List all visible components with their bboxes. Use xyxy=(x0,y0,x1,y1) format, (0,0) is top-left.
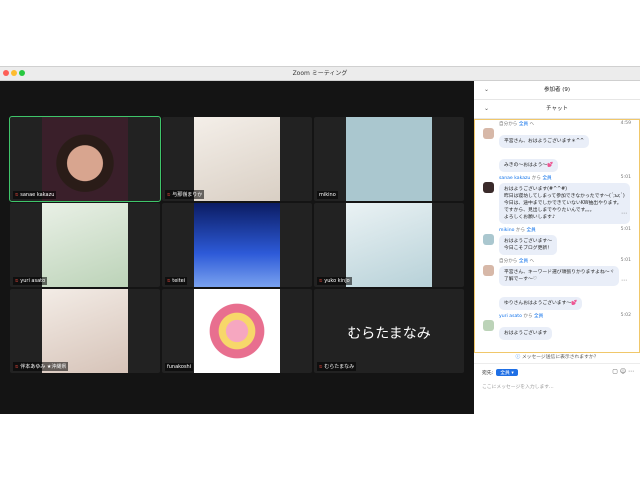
avatar xyxy=(483,320,494,331)
participant-tile[interactable]: funakoshi xyxy=(162,289,312,373)
participant-tile[interactable]: mikino xyxy=(314,117,464,201)
participant-name: ⦸ teitei xyxy=(165,277,188,285)
chat-message: mikino から 全員 5:01 おはようございます～ 今日こそブログ更新！ xyxy=(475,226,639,257)
avatar xyxy=(483,265,494,276)
participant-video xyxy=(194,203,280,287)
avatar xyxy=(483,182,494,193)
emoji-icon[interactable]: ☺ xyxy=(620,368,626,375)
chat-header[interactable]: ⌄ チャット xyxy=(474,100,640,119)
participant-tile[interactable]: ⦸ yuri asato xyxy=(10,203,160,287)
participant-video xyxy=(346,203,432,287)
chat-message: 自分から 全員 へ 4:59 平宮さん、おはようございます＊^^ xyxy=(475,120,639,150)
participant-name: ⦸ むらたまなみ xyxy=(317,362,357,371)
muted-mic-icon: ⦸ xyxy=(319,278,323,284)
participants-header[interactable]: ⌄ 参加者 (9) xyxy=(474,81,640,100)
muted-mic-icon: ⦸ xyxy=(15,364,19,370)
chevron-down-icon: ⌄ xyxy=(484,105,490,112)
muted-mic-icon: ⦸ xyxy=(167,278,171,284)
participant-tile[interactable]: ⦸ sanae kakazu xyxy=(9,116,161,202)
chat-messages[interactable]: 自分から 全員 へ 4:59 平宮さん、おはようございます＊^^ みきの～おはよ… xyxy=(474,119,640,353)
chat-input[interactable]: ここにメッセージを入力します... xyxy=(482,383,554,390)
participant-tile[interactable]: ⦸ teitei xyxy=(162,203,312,287)
avatar xyxy=(483,128,494,139)
participant-video xyxy=(194,289,280,373)
chat-message: みきの～おはよう～💕 xyxy=(475,150,639,174)
muted-mic-icon: ⦸ xyxy=(167,192,171,198)
participant-name: ⦸ yuko kinjo xyxy=(317,277,352,285)
participant-tile[interactable]: ⦸ 与那嶺まりか xyxy=(162,117,312,201)
more-icon[interactable]: ⋯ xyxy=(628,368,634,375)
participant-display-name: むらたまなみ xyxy=(347,326,431,342)
participant-tile[interactable]: ⦸ yuko kinjo xyxy=(314,203,464,287)
muted-mic-icon: ⦸ xyxy=(319,364,323,370)
chat-message: yuri asato から 全員 5:02 おはようございます xyxy=(475,312,639,342)
side-panel: ⌄ 参加者 (9) ⌄ チャット 自分から 全員 へ 4:59 平宮さん、おはよ… xyxy=(474,81,640,414)
muted-mic-icon: ⦸ xyxy=(15,192,19,198)
chevron-down-icon: ⌄ xyxy=(484,86,490,93)
zoom-window: Zoom ミーティング ⦸ sanae kakazu ⦸ 与那嶺まりか mikino… xyxy=(0,66,640,414)
chat-message: 自分から 全員 へ 5:01 平宮さん、キーワード選び頑張りかりますよね～ヾ 了… xyxy=(475,257,639,288)
participant-video xyxy=(42,117,128,201)
info-icon: ⓘ xyxy=(515,355,521,360)
participant-name: ⦸ sanae kakazu xyxy=(13,191,57,199)
chat-message: sanae kakazu から 全員 5:01 おはようございます(#^^#) … xyxy=(475,174,639,226)
participant-video xyxy=(42,203,128,287)
avatar xyxy=(483,234,494,245)
more-options-icon[interactable]: ⋯ xyxy=(621,277,627,284)
more-options-icon[interactable]: ⋯ xyxy=(621,210,627,217)
participant-name: funakoshi xyxy=(165,363,194,371)
window-title: Zoom ミーティング xyxy=(292,70,348,77)
video-gallery: ⦸ sanae kakazu ⦸ 与那嶺まりか mikino ⦸ yuri asato… xyxy=(0,81,474,414)
participant-video xyxy=(194,117,280,201)
participant-name: ⦸ yuri asato xyxy=(13,277,48,285)
participant-name: mikino xyxy=(317,191,338,199)
file-icon[interactable]: ▢ xyxy=(612,368,618,375)
muted-mic-icon: ⦸ xyxy=(15,278,19,284)
participant-name: ⦸ 伴本あゆみ ★沖縄県 xyxy=(13,362,69,371)
participant-video xyxy=(346,117,432,201)
title-bar: Zoom ミーティング xyxy=(0,67,640,81)
participant-video xyxy=(42,289,128,373)
participant-tile[interactable]: むらたまなみ ⦸ むらたまなみ xyxy=(314,289,464,373)
chat-message: ゆりさんおはようございます～💕 xyxy=(475,288,639,312)
participant-name: ⦸ 与那嶺まりか xyxy=(165,190,205,199)
participant-tile[interactable]: ⦸ 伴本あゆみ ★沖縄県 xyxy=(10,289,160,373)
chat-compose: 宛先: 全員 ▾ ▢ ☺ ⋯ ここにメッセージを入力します... xyxy=(482,368,634,390)
recipient-select[interactable]: 全員 ▾ xyxy=(496,369,518,376)
